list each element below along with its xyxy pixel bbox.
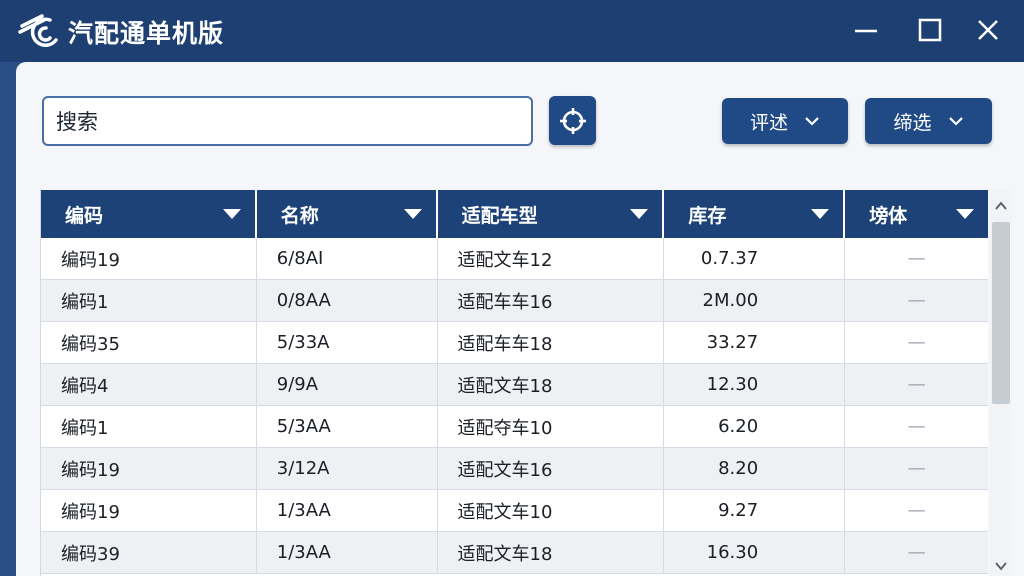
cell-model: 适配文车12	[438, 238, 665, 279]
cell-code: 编码35	[41, 322, 257, 363]
cell-stock: 12.30	[664, 364, 846, 405]
review-label: 评述	[749, 111, 788, 134]
table-row[interactable]: 编码19 3/12A 适配文车16 8.20 —	[41, 448, 988, 490]
cell-name: 3/12A	[257, 448, 438, 489]
sort-caret-icon	[956, 209, 974, 219]
cell-code: 编码39	[41, 532, 257, 573]
cell-name: 0/8AA	[257, 280, 438, 321]
column-label: 库存	[688, 204, 727, 227]
table-body: 编码19 6/8AI 适配文车12 0.7.37 — 编码1 0/8AA 适配车…	[41, 238, 988, 574]
cell-stock: 9.27	[664, 490, 846, 531]
table-row[interactable]: 编码39 1/3AA 适配文车18 16.30 —	[41, 532, 988, 574]
scrollbar-thumb[interactable]	[992, 222, 1010, 404]
cell-code: 编码4	[41, 364, 257, 405]
chevron-down-icon	[805, 117, 819, 126]
table-row[interactable]: 编码1 0/8AA 适配车车16 2M.00 —	[41, 280, 988, 322]
cell-name: 1/3AA	[257, 490, 438, 531]
cell-model: 适配夺车10	[438, 406, 665, 447]
minimize-icon[interactable]	[848, 14, 884, 48]
cell-name: 5/33A	[257, 322, 438, 363]
column-header-model[interactable]: 适配车型	[438, 190, 665, 238]
cell-code: 编码1	[41, 280, 257, 321]
cell-code: 编码19	[41, 448, 257, 489]
sort-caret-icon	[630, 209, 649, 219]
table-header: 编码 名称 适配车型 库存 塝体	[41, 190, 988, 238]
table-row[interactable]: 编码19 1/3AA 适配文车10 9.27 —	[41, 490, 988, 532]
filter-dropdown-button[interactable]: 缔选	[865, 98, 992, 144]
column-label: 塝体	[869, 204, 908, 227]
maximize-icon[interactable]	[912, 14, 948, 48]
close-icon[interactable]	[970, 14, 1006, 48]
column-header-code[interactable]: 编码	[41, 190, 257, 238]
cell-stock: 33.27	[664, 322, 846, 363]
cell-extra: —	[907, 374, 926, 395]
cell-model: 适配文车18	[438, 532, 665, 573]
cell-code: 编码19	[41, 490, 257, 531]
cell-extra: —	[907, 290, 926, 311]
table-row[interactable]: 编码4 9/9A 适配文车18 12.30 —	[41, 364, 988, 406]
sort-caret-icon	[811, 209, 830, 219]
cell-name: 6/8AI	[257, 238, 438, 279]
car-parts-logo-icon	[18, 14, 58, 47]
cell-model: 适配车车16	[438, 280, 665, 321]
table-row[interactable]: 编码1 5/3AA 适配夺车10 6.20 —	[41, 406, 988, 448]
cell-extra: —	[907, 416, 926, 437]
cell-model: 适配车车18	[438, 322, 665, 363]
cell-name: 1/3AA	[257, 532, 438, 573]
column-label: 编码	[65, 204, 104, 227]
sort-caret-icon	[403, 209, 422, 219]
cell-extra: —	[907, 248, 926, 269]
vertical-scrollbar[interactable]	[990, 190, 1012, 576]
cell-stock: 2M.00	[664, 280, 846, 321]
window-title: 汽配通单机版	[68, 19, 225, 48]
table-row[interactable]: 编码35 5/33A 适配车车18 33.27 —	[41, 322, 988, 364]
cell-extra: —	[907, 500, 926, 521]
cell-code: 编码19	[41, 238, 257, 279]
title-bar: 汽配通单机版	[0, 0, 1024, 62]
main-content: 评述 缔选 编码 名称 适配车型 库存	[16, 62, 1024, 576]
column-label: 名称	[280, 204, 319, 227]
cell-stock: 8.20	[664, 448, 846, 489]
scan-button[interactable]	[549, 96, 596, 145]
cell-model: 适配文车18	[438, 364, 665, 405]
search-input[interactable]	[42, 96, 533, 146]
column-label: 适配车型	[461, 204, 538, 227]
sort-caret-icon	[222, 209, 241, 219]
cell-extra: —	[907, 332, 926, 353]
cell-extra: —	[907, 458, 926, 479]
table-row[interactable]: 编码19 6/8AI 适配文车12 0.7.37 —	[41, 238, 988, 280]
column-header-extra[interactable]: 塝体	[845, 190, 988, 238]
cell-stock: 16.30	[664, 532, 846, 573]
column-header-stock[interactable]: 库存	[664, 190, 846, 238]
scroll-up-icon[interactable]	[994, 200, 1008, 212]
parts-table: 编码 名称 适配车型 库存 塝体 编码19 6/8AI 适配文车12 0.7.3…	[40, 190, 988, 576]
cell-stock: 0.7.37	[664, 238, 846, 279]
cell-code: 编码1	[41, 406, 257, 447]
column-header-name[interactable]: 名称	[257, 190, 438, 238]
cell-name: 5/3AA	[257, 406, 438, 447]
filter-label: 缔选	[893, 111, 932, 134]
crosshair-icon	[559, 107, 586, 134]
cell-extra: —	[907, 542, 926, 563]
chevron-down-icon	[948, 117, 963, 126]
cell-model: 适配文车16	[438, 448, 665, 489]
review-dropdown-button[interactable]: 评述	[722, 98, 848, 144]
cell-stock: 6.20	[664, 406, 846, 447]
scroll-down-icon[interactable]	[994, 560, 1008, 572]
cell-model: 适配文车10	[438, 490, 665, 531]
cell-name: 9/9A	[257, 364, 438, 405]
